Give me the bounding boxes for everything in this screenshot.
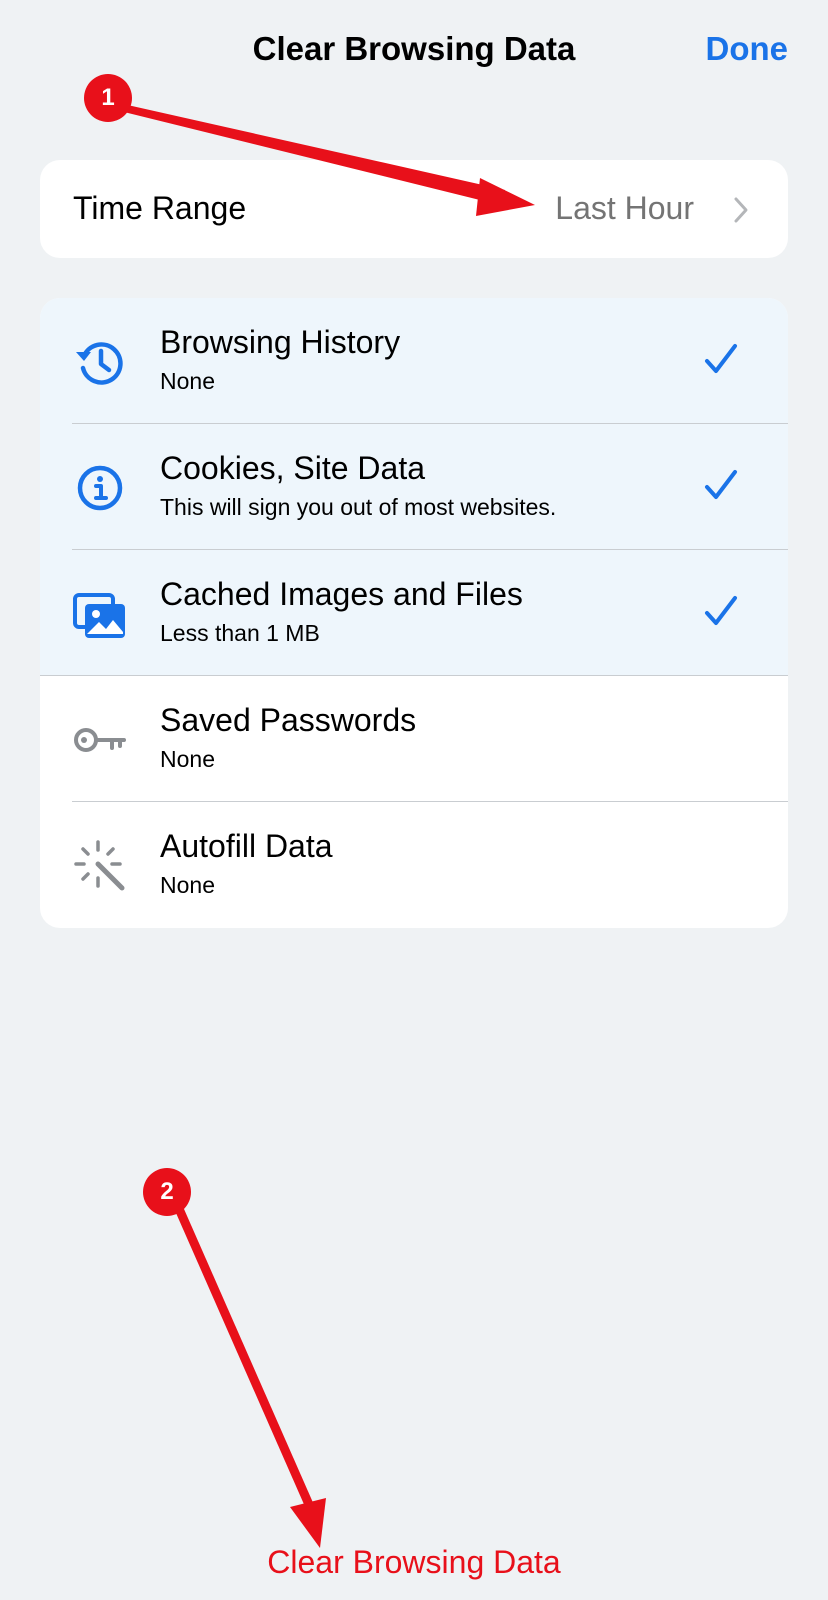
annotation-step-2-badge: 2 (143, 1168, 191, 1216)
annotation-arrows (110, 101, 535, 1548)
clear-browsing-data-button[interactable]: Clear Browsing Data (0, 1544, 828, 1581)
annotation-step-1-badge: 1 (84, 74, 132, 122)
